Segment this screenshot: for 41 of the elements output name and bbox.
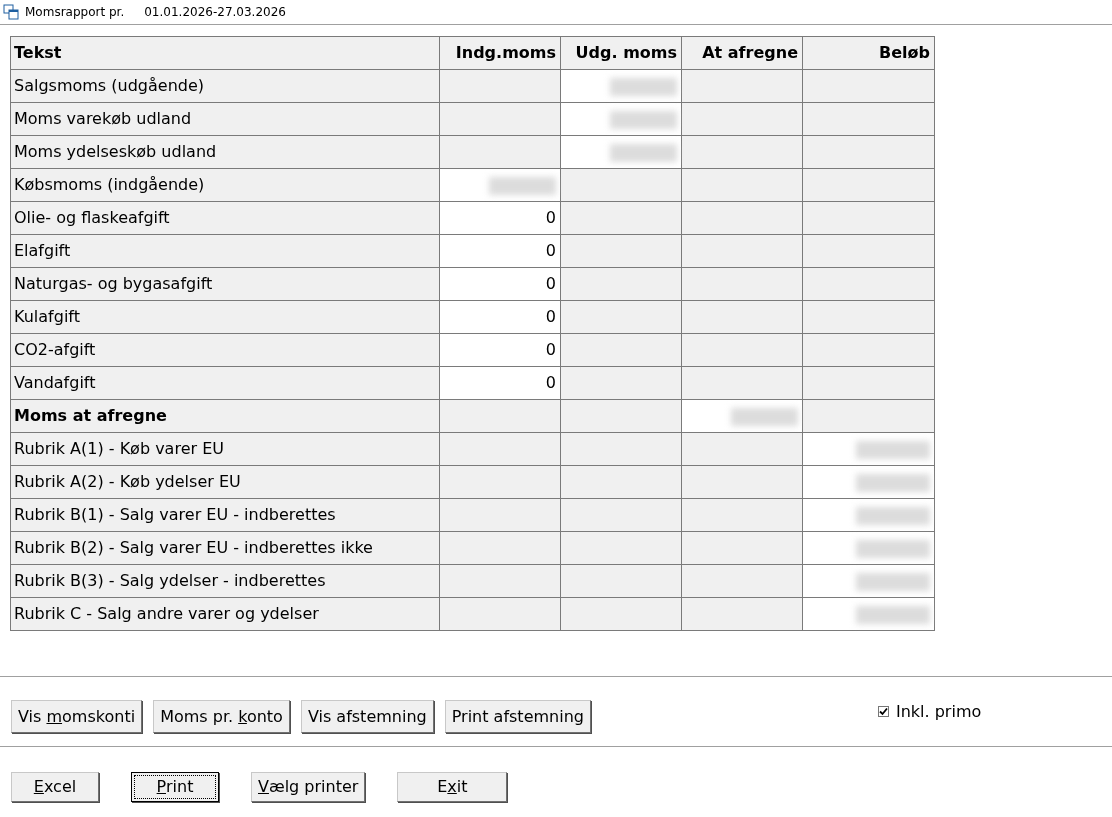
table-cell: Moms varekøb udland — [10, 102, 440, 136]
button[interactable]: Excel — [11, 772, 99, 802]
button[interactable]: Vis momskonti — [11, 700, 143, 733]
button[interactable]: Exit — [397, 772, 508, 802]
window-title: Momsrapport pr. — [25, 4, 125, 21]
checkbox[interactable] — [877, 706, 889, 717]
button[interactable]: Vælg printer — [251, 772, 366, 802]
table-cell: Rubrik B(1) - Salg varer EU - indberettes — [10, 498, 440, 532]
table-cell: Rubrik B(3) - Salg ydelser - indberettes — [10, 564, 440, 598]
table-cell: Rubrik A(2) - Køb ydelser EU — [10, 465, 440, 499]
table-cell: Rubrik A(1) - Køb varer EU — [10, 432, 440, 466]
table-cell: Moms at afregne — [10, 399, 440, 433]
button[interactable]: Vis afstemning — [300, 700, 434, 733]
column-header: Udg. moms — [560, 36, 682, 70]
report-period: 01.01.2026-27.03.2026 — [144, 4, 286, 21]
table-cell: Naturgas- og bygasafgift — [10, 267, 440, 301]
table-cell: Vandafgift — [10, 366, 440, 400]
table-cell: Moms ydelseskøb udland — [10, 135, 440, 169]
table-cell: Rubrik C - Salg andre varer og ydelser — [10, 597, 440, 631]
table-cell: 0 — [439, 201, 561, 235]
column-header: Indg.moms — [439, 36, 561, 70]
table-cell: 0 — [439, 234, 561, 268]
table-cell: 0 — [439, 267, 561, 301]
column-header: Tekst — [10, 36, 440, 70]
table-cell: Salgsmoms (udgående) — [10, 69, 440, 103]
button[interactable]: Print — [131, 772, 219, 802]
table-cell: Elafgift — [10, 234, 440, 268]
table-cell: Rubrik B(2) - Salg varer EU - indberettes ikke — [10, 531, 440, 565]
window-icon — [3, 4, 19, 20]
button[interactable]: Moms pr. konto — [153, 700, 290, 733]
column-header: Beløb — [802, 36, 935, 70]
column-header: At afregne — [681, 36, 803, 70]
button[interactable]: Print afstemning — [444, 700, 591, 733]
table-cell: 0 — [439, 333, 561, 367]
table-cell: 0 — [439, 366, 561, 400]
table-cell: Kulafgift — [10, 300, 440, 334]
table-cell: 0 — [439, 300, 561, 334]
checkbox-label: Inkl. primo — [895, 700, 982, 723]
table-cell: Købsmoms (indgående) — [10, 168, 440, 202]
table-cell: CO2-afgift — [10, 333, 440, 367]
table-cell: Olie- og flaskeafgift — [10, 201, 440, 235]
